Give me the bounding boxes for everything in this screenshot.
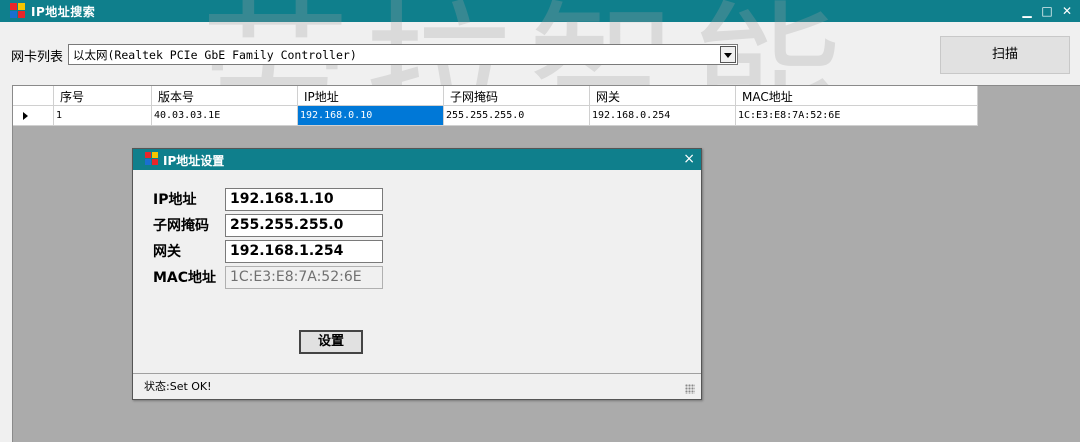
app-logo-icon: [145, 152, 159, 166]
cell-index[interactable]: 1: [54, 106, 152, 126]
mac-label: MAC地址: [153, 270, 217, 286]
table-row[interactable]: 1 40.03.03.1E 192.168.0.10 255.255.255.0…: [13, 106, 978, 126]
column-header-ip[interactable]: IP地址: [298, 86, 444, 106]
mask-label: 子网掩码: [153, 218, 209, 234]
column-header-gateway[interactable]: 网关: [590, 86, 736, 106]
gateway-input[interactable]: 192.168.1.254: [225, 240, 383, 263]
column-header-mask[interactable]: 子网掩码: [444, 86, 590, 106]
column-header-version[interactable]: 版本号: [152, 86, 298, 106]
cell-version[interactable]: 40.03.03.1E: [152, 106, 298, 126]
maximize-icon[interactable]: □: [1039, 3, 1055, 19]
dialog-title: IP地址设置: [163, 154, 225, 168]
nic-select[interactable]: 以太网(Realtek PCIe GbE Family Controller): [68, 44, 738, 65]
main-window: IP地址搜索 ▁ □ ✕ 劳拉智能 网卡列表 以太网(Realtek PCIe …: [0, 0, 1080, 442]
row-header-corner: [13, 86, 54, 106]
grid-header: 序号 版本号 IP地址 子网掩码 网关 MAC地址: [13, 86, 978, 106]
status-text: 状态:Set OK!: [144, 380, 212, 393]
cell-mac[interactable]: 1C:E3:E8:7A:52:6E: [736, 106, 978, 126]
scan-button[interactable]: 扫描: [940, 36, 1070, 74]
dropdown-arrow-icon[interactable]: [720, 46, 736, 63]
main-titlebar[interactable]: IP地址搜索 ▁ □ ✕: [0, 0, 1080, 22]
cell-ip[interactable]: 192.168.0.10: [298, 106, 444, 126]
nic-select-value: 以太网(Realtek PCIe GbE Family Controller): [73, 48, 357, 62]
cell-mask[interactable]: 255.255.255.0: [444, 106, 590, 126]
ip-settings-dialog: IP地址设置 × IP地址 192.168.1.10 子网掩码 255.255.…: [132, 148, 702, 400]
minimize-icon[interactable]: ▁: [1019, 3, 1035, 19]
set-button[interactable]: 设置: [299, 330, 363, 354]
window-title: IP地址搜索: [31, 5, 96, 19]
mac-input: 1C:E3:E8:7A:52:6E: [225, 266, 383, 289]
gateway-label: 网关: [153, 244, 181, 260]
ip-input[interactable]: 192.168.1.10: [225, 188, 383, 211]
dialog-titlebar[interactable]: IP地址设置 ×: [133, 149, 701, 170]
close-icon[interactable]: ✕: [1059, 3, 1075, 19]
mask-input[interactable]: 255.255.255.0: [225, 214, 383, 237]
row-header[interactable]: [13, 106, 54, 126]
ip-label: IP地址: [153, 192, 197, 208]
row-pointer-icon: [23, 112, 28, 120]
cell-gateway[interactable]: 192.168.0.254: [590, 106, 736, 126]
status-bar: 状态:Set OK!: [133, 373, 701, 399]
column-header-index[interactable]: 序号: [54, 86, 152, 106]
close-icon[interactable]: ×: [683, 151, 695, 167]
resize-grip-icon[interactable]: [685, 384, 695, 394]
nic-list-label: 网卡列表: [11, 50, 64, 65]
app-logo-icon: [10, 3, 26, 19]
column-header-mac[interactable]: MAC地址: [736, 86, 978, 106]
